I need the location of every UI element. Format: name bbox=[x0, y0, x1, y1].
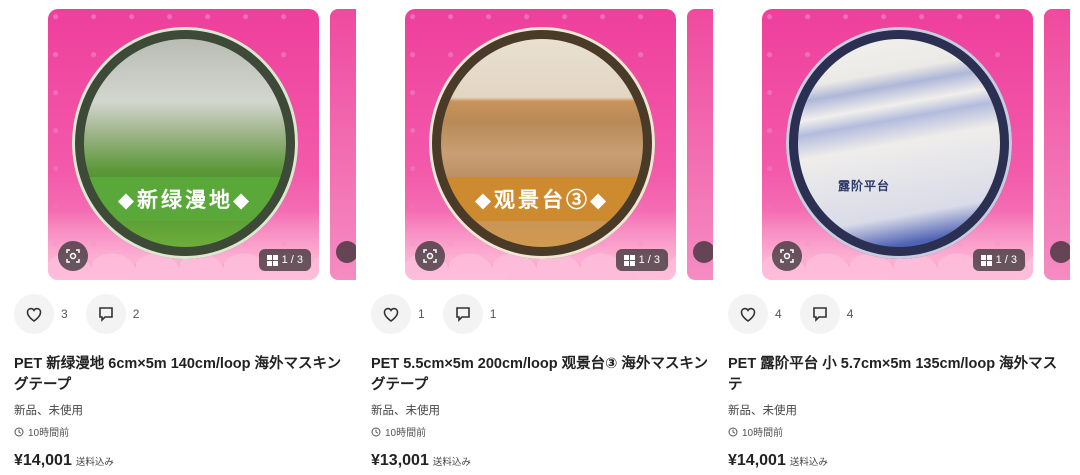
price-row: ¥13,001 送料込み bbox=[371, 452, 471, 470]
image-counter: 1 / 3 bbox=[638, 254, 660, 266]
like-button[interactable] bbox=[371, 294, 411, 334]
clock-icon bbox=[728, 427, 738, 436]
like-button[interactable] bbox=[728, 294, 768, 334]
image-counter-badge: 1 / 3 bbox=[615, 249, 668, 271]
condition-text: 新品、未使用 bbox=[14, 405, 83, 417]
price-row: ¥14,001 送料込み bbox=[14, 452, 114, 470]
heart-icon bbox=[383, 307, 399, 322]
posted-time-text: 10時間前 bbox=[742, 428, 784, 439]
shipping-label: 送料込み bbox=[789, 457, 828, 468]
action-row: 1 1 bbox=[371, 294, 514, 334]
posted-time-text: 10時間前 bbox=[385, 428, 427, 439]
price: ¥14,001 bbox=[14, 452, 72, 469]
image-search-icon bbox=[66, 249, 80, 263]
posted-time: 10時間前 bbox=[14, 424, 69, 439]
image-counter-badge: 1 / 3 bbox=[972, 249, 1025, 271]
shipping-label: 送料込み bbox=[432, 457, 471, 468]
grid-icon bbox=[623, 254, 635, 266]
product-image[interactable]: 露阶平台 1 / 3 bbox=[762, 9, 1033, 280]
product-image[interactable]: ◆观景台③◆ 1 / 3 bbox=[405, 9, 676, 280]
tape-roll: ◆新绿漫地◆ bbox=[72, 27, 298, 259]
product-title[interactable]: PET 5.5cm×5m 200cm/loop 观景台③ 海外マスキングテープ bbox=[371, 354, 709, 396]
comment-count: 4 bbox=[846, 307, 854, 321]
tape-label: ◆观景台③◆ bbox=[441, 177, 643, 221]
shipping-label: 送料込み bbox=[75, 457, 114, 468]
image-search-icon bbox=[780, 249, 794, 263]
price: ¥13,001 bbox=[371, 452, 429, 469]
condition-text: 新品、未使用 bbox=[371, 405, 440, 417]
comment-icon bbox=[812, 307, 827, 322]
condition-text: 新品、未使用 bbox=[728, 405, 797, 417]
product-title[interactable]: PET 露阶平台 小 5.7cm×5m 135cm/loop 海外マステ bbox=[728, 354, 1066, 396]
comment-count: 1 bbox=[489, 307, 497, 321]
next-image-peek[interactable] bbox=[330, 9, 356, 280]
posted-time: 10時間前 bbox=[371, 424, 426, 439]
image-search-button[interactable] bbox=[415, 241, 445, 271]
next-image-peek[interactable] bbox=[1044, 9, 1070, 280]
action-row: 3 2 bbox=[14, 294, 157, 334]
product-card[interactable]: ◆新绿漫地◆ 1 / 3 3 2 PET 新绿漫地 6cm×5m 140cm/l… bbox=[14, 0, 356, 475]
product-card[interactable]: 露阶平台 1 / 3 4 4 PET 露阶平台 小 5.7cm×5m 135cm… bbox=[728, 0, 1070, 475]
clock-icon bbox=[371, 427, 381, 436]
product-card[interactable]: ◆观景台③◆ 1 / 3 1 1 PET 5.5cm×5m 200cm/loop… bbox=[371, 0, 713, 475]
posted-time-text: 10時間前 bbox=[28, 428, 70, 439]
comment-button[interactable] bbox=[85, 294, 126, 334]
tape-roll: 露阶平台 bbox=[786, 27, 1012, 259]
tape-roll: ◆观景台③◆ bbox=[429, 27, 655, 259]
comment-button[interactable] bbox=[442, 294, 483, 334]
like-count: 3 bbox=[61, 307, 68, 321]
image-counter: 1 / 3 bbox=[281, 254, 303, 266]
like-button[interactable] bbox=[14, 294, 54, 334]
price-row: ¥14,001 送料込み bbox=[728, 452, 828, 470]
posted-time: 10時間前 bbox=[728, 424, 783, 439]
tape-label: 露阶平台 bbox=[838, 178, 891, 193]
comment-icon bbox=[455, 307, 470, 322]
grid-icon bbox=[980, 254, 992, 266]
tape-label: ◆新绿漫地◆ bbox=[84, 177, 286, 221]
like-count: 4 bbox=[775, 307, 782, 321]
image-search-icon bbox=[423, 249, 437, 263]
next-image-peek[interactable] bbox=[687, 9, 713, 280]
heart-icon bbox=[740, 307, 756, 322]
heart-icon bbox=[26, 307, 42, 322]
grid-icon bbox=[266, 254, 278, 266]
like-count: 1 bbox=[418, 307, 425, 321]
action-row: 4 4 bbox=[728, 294, 871, 334]
image-counter: 1 / 3 bbox=[995, 254, 1017, 266]
comment-button[interactable] bbox=[799, 294, 840, 334]
image-counter-badge: 1 / 3 bbox=[258, 249, 311, 271]
product-title[interactable]: PET 新绿漫地 6cm×5m 140cm/loop 海外マスキングテープ bbox=[14, 354, 352, 396]
image-search-button[interactable] bbox=[772, 241, 802, 271]
clock-icon bbox=[14, 427, 24, 436]
image-search-button[interactable] bbox=[58, 241, 88, 271]
comment-icon bbox=[98, 307, 113, 322]
product-image[interactable]: ◆新绿漫地◆ 1 / 3 bbox=[48, 9, 319, 280]
price: ¥14,001 bbox=[728, 452, 786, 469]
comment-count: 2 bbox=[132, 307, 140, 321]
